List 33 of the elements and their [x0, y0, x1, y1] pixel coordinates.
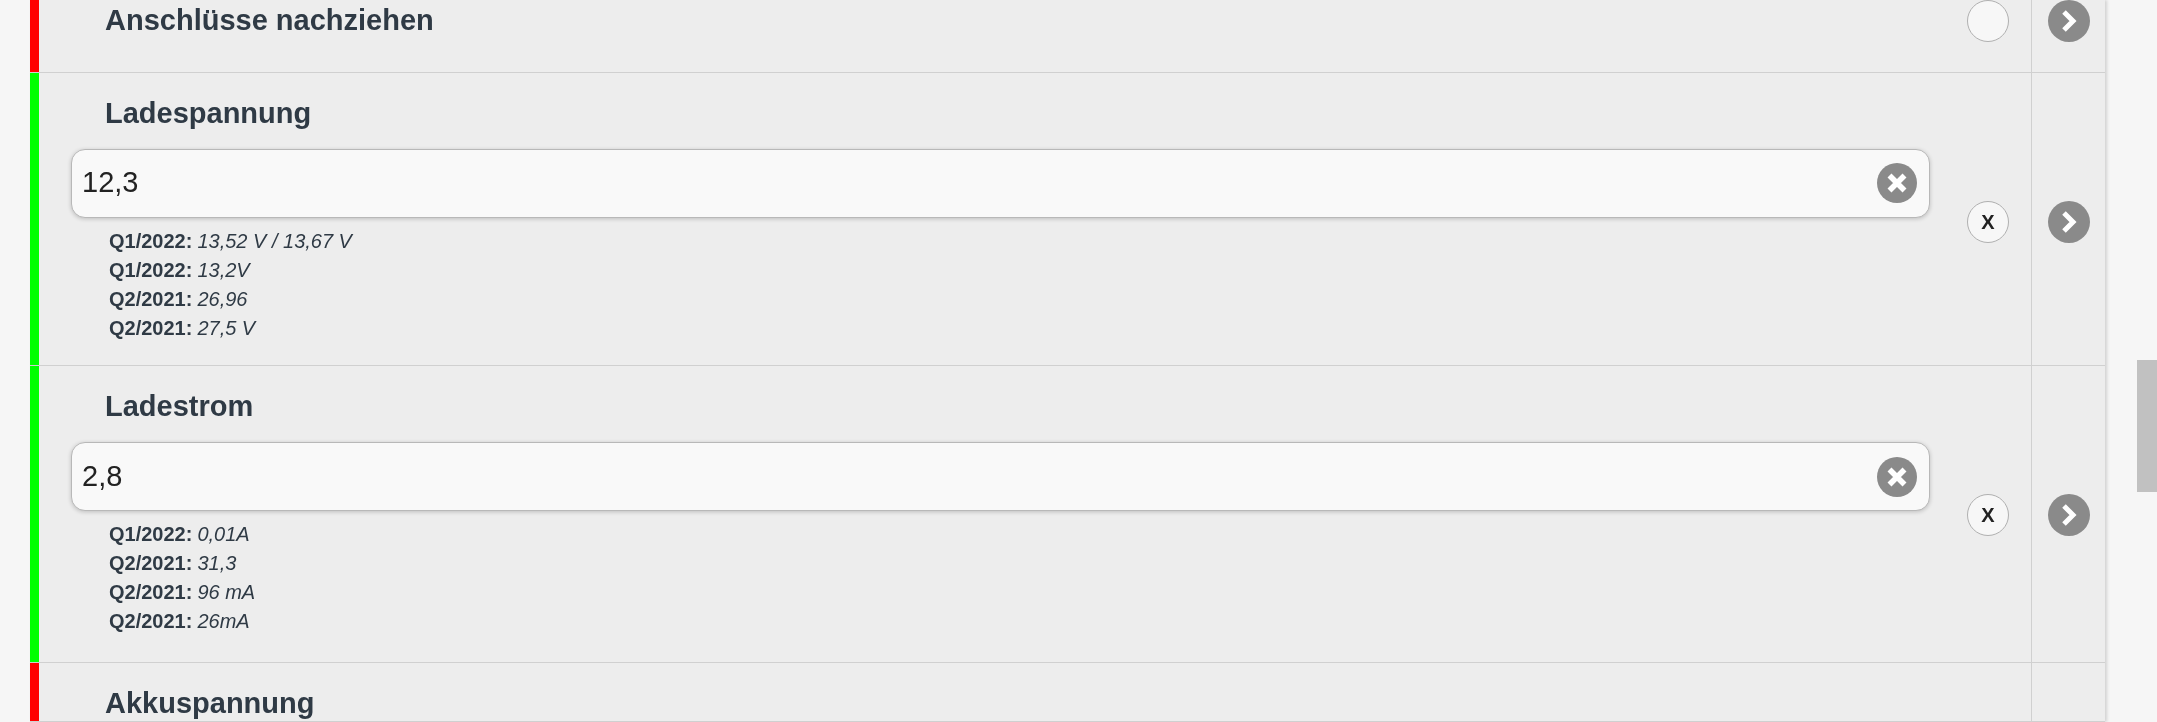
history-period: Q1/2022:	[109, 257, 193, 283]
row-title: Ladespannung	[105, 96, 312, 129]
row-title: Akkuspannung	[105, 687, 315, 720]
clear-icon[interactable]	[1877, 456, 1917, 497]
input-field[interactable]: 12,3	[71, 148, 1930, 218]
input-field[interactable]: 2,8	[71, 442, 1930, 512]
reset-button[interactable]: X	[1967, 494, 2009, 537]
history-period: Q2/2021:	[109, 286, 193, 312]
clear-icon[interactable]	[1877, 163, 1917, 204]
next-button[interactable]	[2047, 200, 2090, 243]
history-value: 13,2V	[197, 257, 250, 283]
reset-button[interactable]: X	[1967, 200, 2009, 243]
field-value: 12,3	[82, 165, 140, 201]
row-title: Ladestrom	[105, 390, 254, 423]
row-title: Anschlüsse nachziehen	[105, 4, 434, 36]
history-period: Q2/2021:	[109, 315, 193, 341]
field-value: 2,8	[82, 459, 124, 495]
history-value: 13,52 V / 13,67 V	[197, 228, 352, 254]
history-period: Q2/2021:	[109, 551, 193, 577]
history-value: 26,96	[197, 286, 248, 312]
history-value: 96 mA	[197, 580, 256, 606]
history-value: 26mA	[197, 609, 250, 635]
history-period: Q1/2022:	[109, 228, 193, 254]
history-period: Q1/2022:	[109, 522, 193, 548]
history-value: 27,5 V	[197, 315, 256, 341]
next-button[interactable]	[2047, 0, 2090, 42]
history-value: 0,01A	[197, 522, 250, 548]
scrollbar-thumb[interactable]	[2137, 360, 2157, 492]
history-period: Q2/2021:	[109, 609, 193, 635]
check-button[interactable]	[1967, 0, 2009, 42]
history-value: 31,3	[197, 551, 237, 577]
next-button[interactable]	[2047, 494, 2090, 537]
history-period: Q2/2021:	[109, 580, 193, 606]
